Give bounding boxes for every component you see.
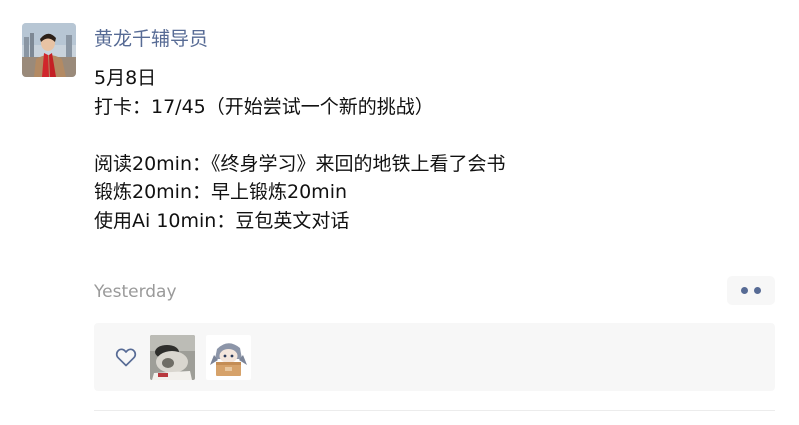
post-line-blank: [94, 121, 774, 150]
liker-avatar[interactable]: [206, 335, 251, 380]
more-dot-icon: [741, 287, 748, 294]
post-line-date: 5月8日: [94, 67, 157, 89]
author-name[interactable]: 黄龙千辅导员: [94, 26, 208, 52]
post-line-ai: 使用Ai 10min：豆包英文对话: [94, 209, 350, 232]
author-avatar[interactable]: [22, 23, 76, 77]
feed-divider: [94, 410, 775, 411]
post-line-exercise: 锻炼20min：早上锻炼20min: [94, 181, 348, 203]
more-dot-icon: [754, 287, 761, 294]
post-timestamp: Yesterday: [94, 282, 177, 302]
post-content: 5月8日 打卡：17/45（开始尝试一个新的挑战） 阅读20min：《终身学习》…: [94, 64, 774, 235]
more-actions-button[interactable]: [727, 276, 775, 305]
likes-panel: [94, 323, 775, 391]
post-line-checkin: 打卡：17/45（开始尝试一个新的挑战）: [94, 95, 434, 118]
liker-avatar[interactable]: [150, 335, 195, 380]
heart-outline-icon: [114, 345, 138, 369]
post-line-reading: 阅读20min：《终身学习》来回的地铁上看了会书: [94, 152, 506, 175]
